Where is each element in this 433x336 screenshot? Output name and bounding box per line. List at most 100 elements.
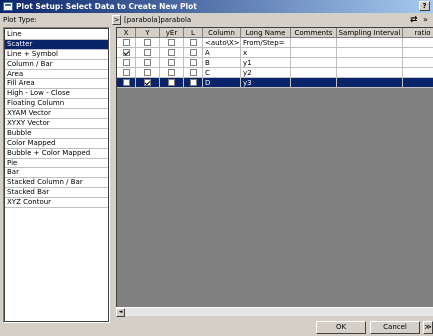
- ok-button[interactable]: OK: [316, 321, 366, 334]
- y-cell[interactable]: [136, 48, 160, 58]
- ratio-cell[interactable]: [403, 48, 433, 58]
- x-cell[interactable]: [117, 78, 136, 88]
- l-checkbox[interactable]: [189, 39, 197, 46]
- y-cell[interactable]: [136, 58, 160, 68]
- l-cell[interactable]: [184, 68, 203, 78]
- yer-checkbox[interactable]: [168, 59, 175, 66]
- y-cell[interactable]: [136, 38, 160, 48]
- plot-type-item[interactable]: XYZ Contour: [5, 198, 108, 209]
- yer-checkbox[interactable]: [168, 39, 175, 46]
- plot-type-list[interactable]: Line Scatter Line + Symbol Column / Bar Area…: [3, 27, 110, 323]
- plot-type-item[interactable]: Area: [5, 70, 108, 80]
- ratio-col-header[interactable]: ratio: [403, 28, 433, 38]
- comments-cell[interactable]: [291, 48, 337, 58]
- yer-cell[interactable]: [160, 68, 184, 78]
- yer-checkbox[interactable]: [168, 69, 175, 76]
- yer-checkbox[interactable]: [168, 49, 175, 56]
- yer-cell[interactable]: [160, 48, 184, 58]
- scroll-left-icon[interactable]: ◄: [116, 308, 125, 317]
- l-cell[interactable]: [184, 58, 203, 68]
- plot-type-item[interactable]: XYAM Vector: [5, 109, 108, 120]
- x-cell[interactable]: [117, 58, 136, 68]
- sampling-cell[interactable]: [337, 68, 403, 78]
- y-checkbox[interactable]: [144, 49, 151, 56]
- l-checkbox[interactable]: [189, 69, 197, 76]
- l-checkbox[interactable]: [189, 59, 197, 66]
- x-checkbox[interactable]: [122, 49, 130, 56]
- plot-type-item[interactable]: Bubble + Color Mapped: [5, 149, 108, 159]
- y-col-header[interactable]: Y: [136, 28, 160, 38]
- sampling-cell[interactable]: [337, 58, 403, 68]
- column-grid[interactable]: X YyEr L Column Long Name Comments Sampling In…: [116, 27, 433, 307]
- plot-type-item[interactable]: Stacked Bar: [5, 188, 108, 199]
- plot-type-item[interactable]: Bar: [5, 168, 108, 179]
- y-checkbox[interactable]: [144, 59, 151, 66]
- table-row[interactable]: <auto\X> From/Step=: [117, 38, 433, 48]
- x-cell[interactable]: [117, 38, 136, 48]
- ratio-cell[interactable]: [403, 78, 433, 88]
- comments-cell[interactable]: [291, 38, 337, 48]
- long-name-cell[interactable]: y3: [241, 78, 291, 88]
- sampling-cell[interactable]: [337, 78, 403, 88]
- l-cell[interactable]: [184, 48, 203, 58]
- comments-cell[interactable]: [291, 58, 337, 68]
- comments-cell[interactable]: [291, 78, 337, 88]
- l-cell[interactable]: [184, 38, 203, 48]
- table-row[interactable]: By1: [117, 58, 433, 68]
- x-cell[interactable]: [117, 48, 136, 58]
- sampling-col-header[interactable]: Sampling Interval: [337, 28, 403, 38]
- horizontal-scrollbar[interactable]: ◄: [116, 307, 433, 317]
- table-row[interactable]: Cy2: [117, 68, 433, 78]
- y-checkbox[interactable]: [144, 79, 151, 86]
- ratio-cell[interactable]: [403, 58, 433, 68]
- plot-type-item[interactable]: Column / Bar: [5, 60, 108, 70]
- column-cell[interactable]: B: [203, 58, 241, 68]
- long-name-cell[interactable]: From/Step=: [241, 38, 291, 48]
- yer-cell[interactable]: [160, 58, 184, 68]
- x-cell[interactable]: [117, 68, 136, 78]
- x-checkbox[interactable]: [122, 69, 130, 76]
- l-checkbox[interactable]: [189, 49, 197, 56]
- l-col-header[interactable]: L: [184, 28, 203, 38]
- nav-icon[interactable]: »: [423, 15, 433, 25]
- y-checkbox[interactable]: [144, 39, 151, 46]
- plot-type-item[interactable]: Bubble: [5, 129, 108, 139]
- column-cell[interactable]: A: [203, 48, 241, 58]
- y-checkbox[interactable]: [144, 69, 151, 76]
- ratio-cell[interactable]: [403, 68, 433, 78]
- column-cell[interactable]: <auto\X>: [203, 38, 241, 48]
- plot-type-item[interactable]: Fill Area: [5, 79, 108, 90]
- l-cell[interactable]: [184, 78, 203, 88]
- comments-cell[interactable]: [291, 68, 337, 78]
- plot-type-item[interactable]: Scatter: [5, 39, 108, 50]
- long-name-cell[interactable]: y1: [241, 58, 291, 68]
- sampling-cell[interactable]: [337, 48, 403, 58]
- l-checkbox[interactable]: [189, 79, 197, 86]
- table-row[interactable]: Ax: [117, 48, 433, 58]
- y-cell[interactable]: [136, 68, 160, 78]
- x-checkbox[interactable]: [122, 39, 130, 46]
- plot-type-item[interactable]: Pie: [5, 159, 108, 169]
- long-name-col-header[interactable]: Long Name: [241, 28, 291, 38]
- help-button[interactable]: ?: [419, 1, 430, 11]
- browse-button[interactable]: >: [112, 15, 121, 25]
- plot-type-item[interactable]: High - Low - Close: [5, 89, 108, 100]
- cancel-button[interactable]: Cancel: [370, 321, 420, 334]
- yer-checkbox[interactable]: [168, 79, 175, 86]
- plot-type-item[interactable]: Floating Column: [5, 99, 108, 110]
- plot-type-item[interactable]: Line: [5, 30, 108, 40]
- column-col-header[interactable]: Column: [203, 28, 241, 38]
- column-cell[interactable]: C: [203, 68, 241, 78]
- long-name-cell[interactable]: y2: [241, 68, 291, 78]
- yer-col-header[interactable]: yEr: [160, 28, 184, 38]
- expand-button[interactable]: ≫: [423, 321, 433, 334]
- plot-type-item[interactable]: Color Mapped: [5, 139, 108, 149]
- plot-type-item[interactable]: Line + Symbol: [5, 50, 108, 60]
- yer-cell[interactable]: [160, 38, 184, 48]
- comments-col-header[interactable]: Comments: [291, 28, 337, 38]
- plot-type-item[interactable]: Stacked Column / Bar: [5, 178, 108, 189]
- ratio-cell[interactable]: [403, 38, 433, 48]
- column-cell[interactable]: D: [203, 78, 241, 88]
- plot-type-item[interactable]: XYXY Vector: [5, 119, 108, 129]
- x-checkbox[interactable]: [122, 79, 130, 86]
